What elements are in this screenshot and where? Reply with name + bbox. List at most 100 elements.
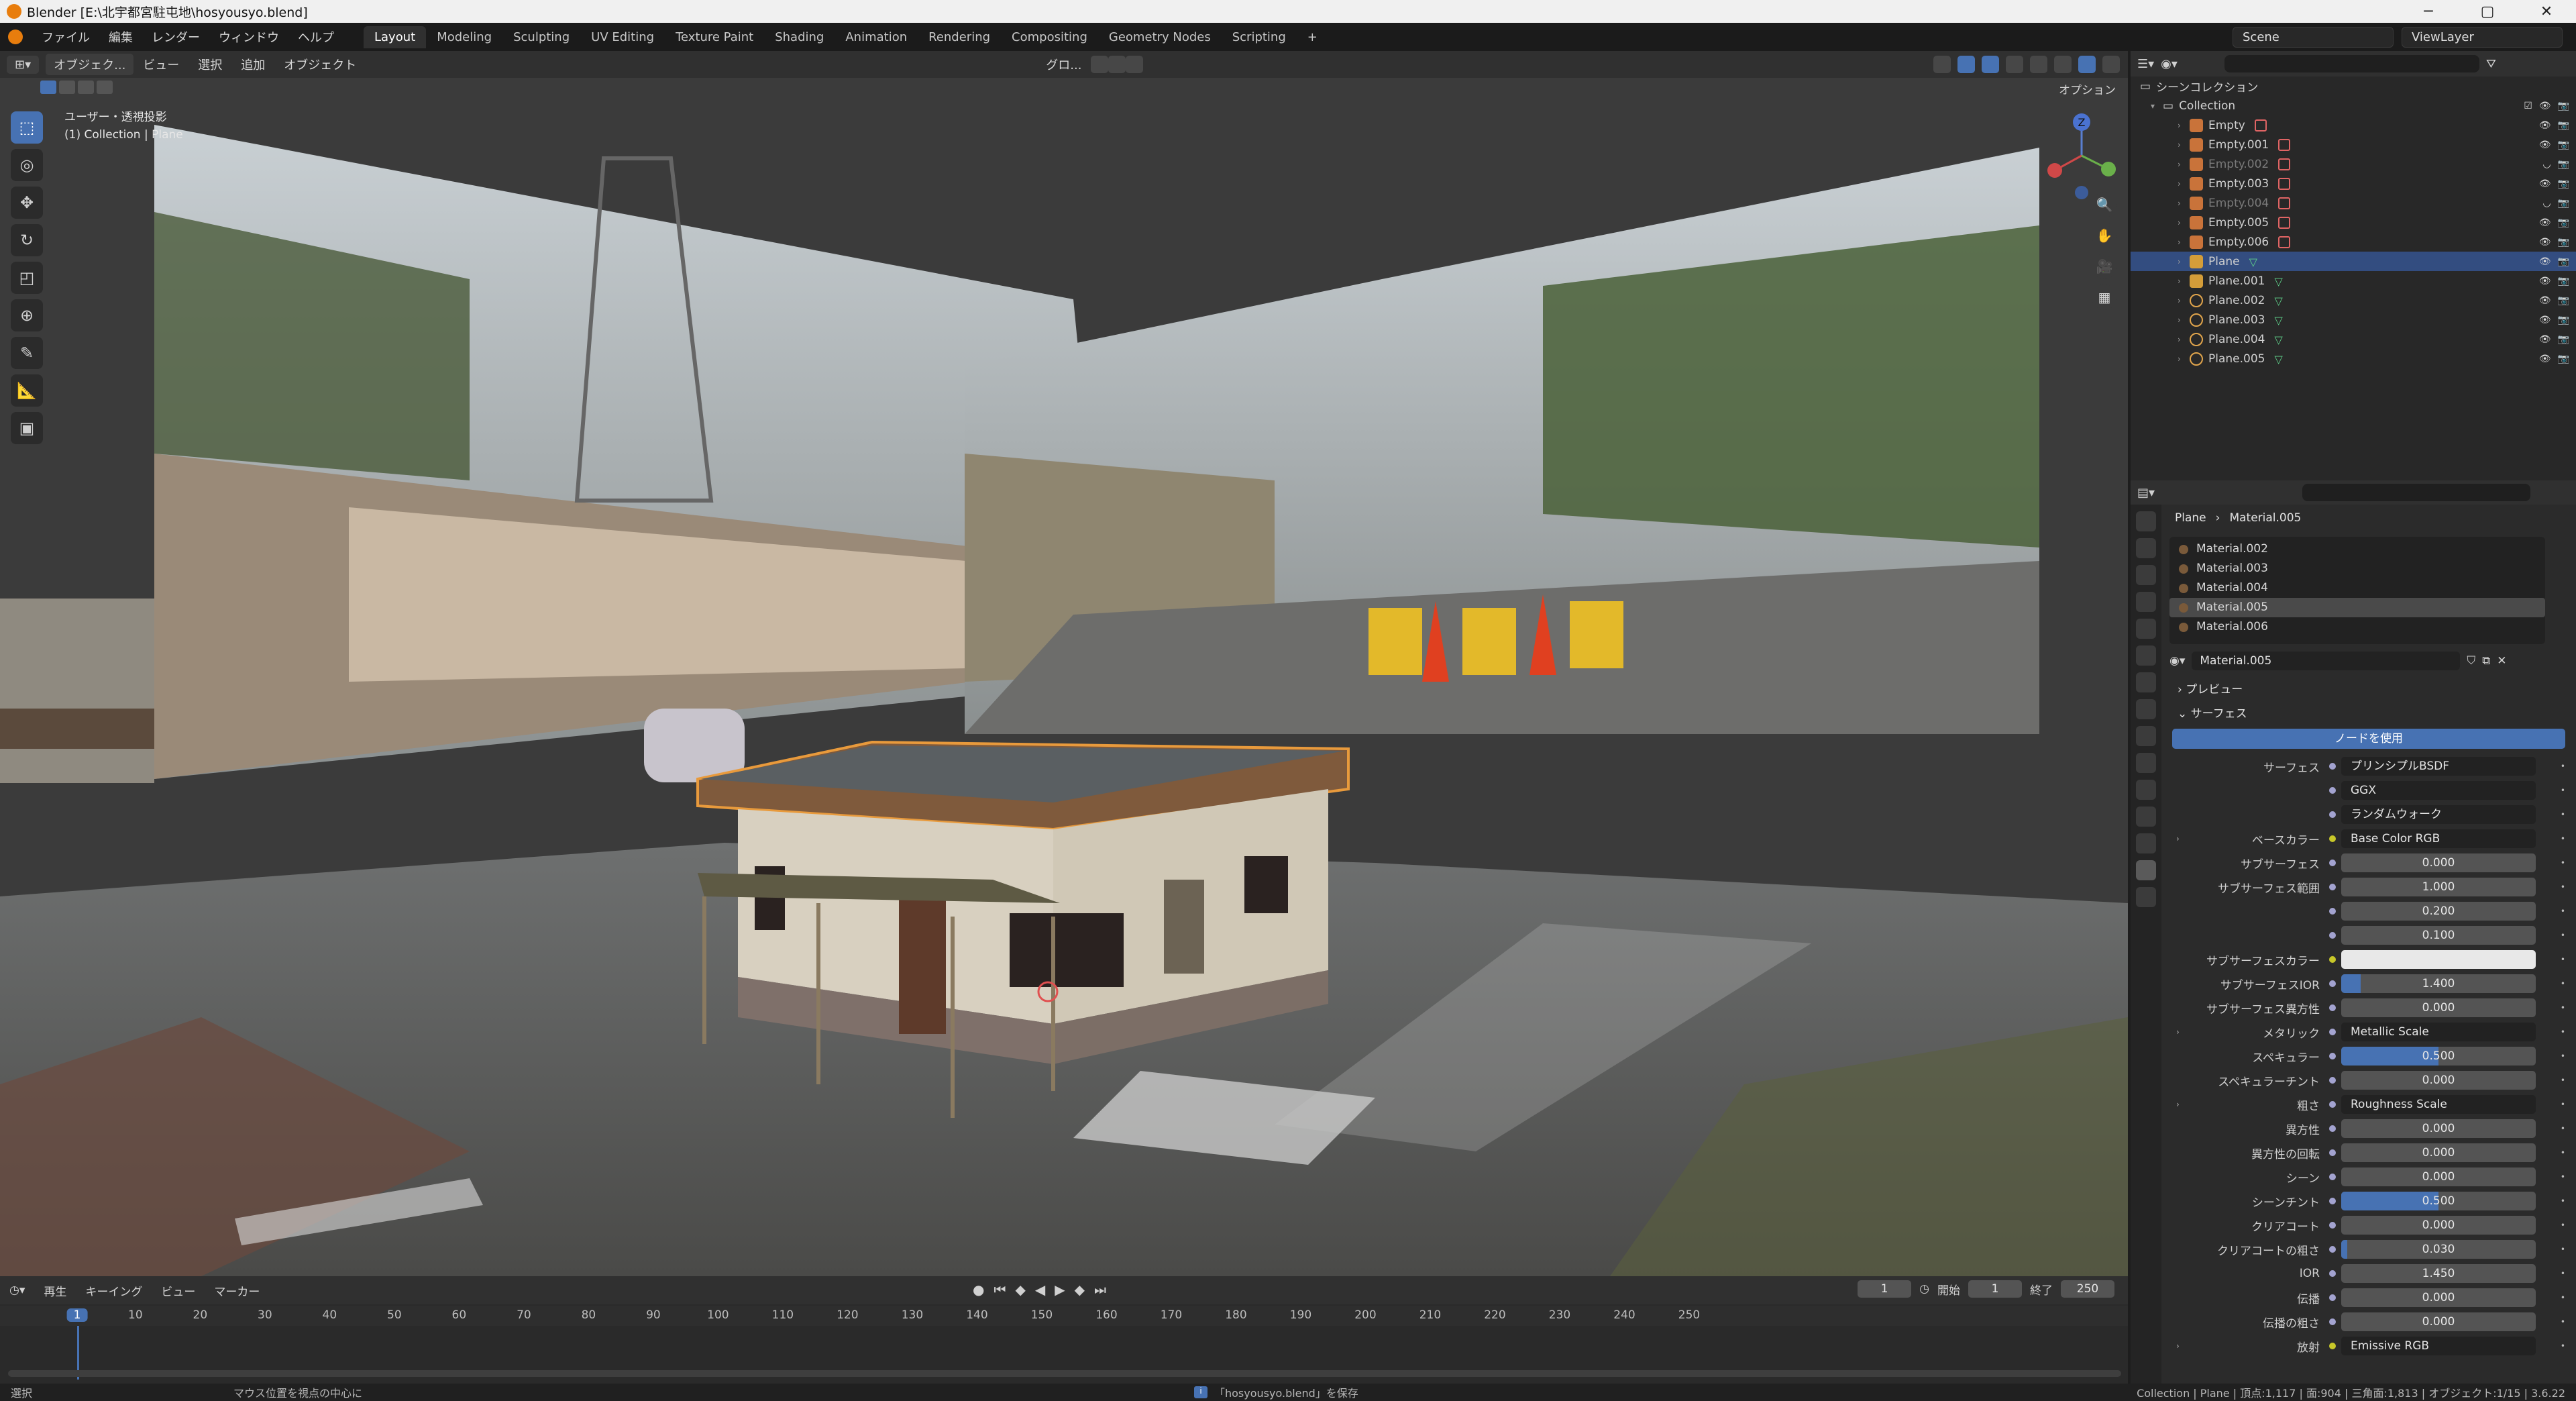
- socket-icon[interactable]: [2329, 835, 2336, 842]
- outliner-search-input[interactable]: [2224, 55, 2479, 72]
- outliner-item[interactable]: › Empty.004 ◡ 📷: [2131, 193, 2576, 213]
- visibility-icon[interactable]: [1933, 56, 1951, 73]
- camera-icon[interactable]: 📷: [2558, 178, 2569, 189]
- expand-arrow-icon[interactable]: ›: [2178, 140, 2190, 150]
- select-invert-icon[interactable]: [97, 81, 113, 94]
- scale-tool-icon[interactable]: ◰: [11, 262, 43, 294]
- timeline-editor-type-icon[interactable]: ◷▾: [0, 1284, 34, 1297]
- camera-icon[interactable]: 📷: [2558, 101, 2569, 111]
- data-tab-icon[interactable]: [2136, 833, 2156, 853]
- property-value-field[interactable]: 1.400: [2341, 974, 2536, 993]
- viewport-menu-view[interactable]: ビュー: [133, 56, 189, 73]
- keyframe-dot-icon[interactable]: •: [2561, 882, 2565, 892]
- property-value-field[interactable]: GGX: [2341, 781, 2536, 800]
- material-tab-icon[interactable]: [2136, 860, 2156, 880]
- eye-icon[interactable]: 👁: [2539, 237, 2551, 248]
- eye-icon[interactable]: 👁: [2539, 178, 2551, 189]
- workspace-tab-layout[interactable]: Layout: [364, 25, 427, 48]
- expand-arrow-icon[interactable]: ›: [2178, 179, 2190, 189]
- eye-icon[interactable]: 👁: [2539, 120, 2551, 131]
- overlay-toggle-icon[interactable]: [1982, 56, 1999, 73]
- expand-arrow-icon[interactable]: ›: [2178, 296, 2190, 305]
- duplicate-material-icon[interactable]: ⧉: [2482, 654, 2490, 668]
- maximize-button[interactable]: ▢: [2458, 3, 2517, 20]
- collection-tab-icon[interactable]: [2136, 672, 2156, 692]
- keyframe-dot-icon[interactable]: •: [2561, 1076, 2565, 1085]
- camera-icon[interactable]: 📷: [2558, 295, 2569, 306]
- property-value-field[interactable]: Roughness Scale: [2341, 1095, 2536, 1114]
- property-value-field[interactable]: [2341, 950, 2536, 969]
- workspace-tab-sculpting[interactable]: Sculpting: [502, 26, 580, 48]
- jump-end-icon[interactable]: ⏭: [1094, 1282, 1106, 1298]
- keyframe-dot-icon[interactable]: •: [2561, 979, 2565, 988]
- keyframe-dot-icon[interactable]: •: [2561, 906, 2565, 916]
- outliner-item[interactable]: › Plane.001 ▽ 👁 📷: [2131, 271, 2576, 291]
- socket-icon[interactable]: [2329, 763, 2336, 770]
- outliner-item[interactable]: › Empty 👁 📷: [2131, 115, 2576, 135]
- start-frame-field[interactable]: 1: [1968, 1280, 2022, 1298]
- pan-hand-icon[interactable]: ✋: [2092, 223, 2117, 248]
- property-value-field[interactable]: 0.000: [2341, 998, 2536, 1017]
- properties-editor[interactable]: ▤▾ Plane › Material.005 Material.002 Mate…: [2131, 480, 2576, 1384]
- keyframe-dot-icon[interactable]: •: [2561, 1293, 2565, 1302]
- 3d-viewport[interactable]: ⊞▾ オブジェク... ビュー 選択 追加 オブジェクト グロ... ⬚ ◎ ✥…: [0, 51, 2128, 1276]
- eye-icon[interactable]: 👁: [2539, 295, 2551, 306]
- property-value-field[interactable]: 1.000: [2341, 878, 2536, 896]
- object-tab-icon[interactable]: [2136, 699, 2156, 719]
- prev-keyframe-icon[interactable]: ◆: [1015, 1282, 1025, 1298]
- outliner-item[interactable]: › Empty.003 👁 📷: [2131, 174, 2576, 193]
- property-value-field[interactable]: 0.500: [2341, 1192, 2536, 1210]
- timeline-menu-keying[interactable]: キーイング: [76, 1282, 152, 1299]
- next-keyframe-icon[interactable]: ◆: [1075, 1282, 1085, 1298]
- camera-icon[interactable]: 📷: [2558, 256, 2569, 267]
- mode-selector[interactable]: オブジェク...: [46, 54, 134, 75]
- particles-tab-icon[interactable]: [2136, 753, 2156, 773]
- keyframe-dot-icon[interactable]: •: [2561, 1317, 2565, 1327]
- property-value-field[interactable]: Base Color RGB: [2341, 829, 2536, 848]
- fake-user-icon[interactable]: ⛉: [2467, 654, 2475, 668]
- image-empty-data-icon[interactable]: [2278, 216, 2291, 229]
- outliner-editor-type-icon[interactable]: ☰▾: [2137, 57, 2154, 71]
- tool-tab-icon[interactable]: [2136, 511, 2156, 531]
- camera-icon[interactable]: 📷: [2558, 140, 2569, 150]
- image-empty-data-icon[interactable]: [2278, 177, 2291, 190]
- keyframe-dot-icon[interactable]: •: [2561, 931, 2565, 940]
- property-value-field[interactable]: 1.450: [2341, 1264, 2536, 1283]
- property-value-field[interactable]: 0.500: [2341, 1047, 2536, 1066]
- expand-arrow-icon[interactable]: ›: [2178, 199, 2190, 208]
- socket-icon[interactable]: [2329, 1004, 2336, 1011]
- expand-arrow-icon[interactable]: ›: [2178, 218, 2190, 227]
- viewport-scene[interactable]: [0, 78, 2128, 1276]
- keyframe-dot-icon[interactable]: •: [2561, 1221, 2565, 1230]
- material-name-field[interactable]: Material.005: [2192, 652, 2461, 670]
- add-cube-tool-icon[interactable]: ▣: [11, 412, 43, 444]
- minimize-button[interactable]: ─: [2399, 3, 2458, 20]
- preview-panel-header[interactable]: › プレビュー: [2165, 678, 2572, 702]
- eye-icon[interactable]: 👁: [2539, 276, 2551, 287]
- outliner-item[interactable]: › Empty.005 👁 📷: [2131, 213, 2576, 232]
- camera-icon[interactable]: 📷: [2558, 217, 2569, 228]
- checkbox-icon[interactable]: ☑: [2524, 101, 2532, 111]
- viewport-menu-select[interactable]: 選択: [189, 56, 231, 73]
- outliner-item[interactable]: › Empty.002 ◡ 📷: [2131, 154, 2576, 174]
- expand-arrow-icon[interactable]: ›: [2178, 354, 2190, 364]
- outliner-item[interactable]: › Empty.001 👁 📷: [2131, 135, 2576, 154]
- record-icon[interactable]: ●: [973, 1282, 984, 1298]
- mesh-data-icon[interactable]: ▽: [2274, 295, 2286, 307]
- menu-help[interactable]: ヘルプ: [288, 28, 343, 46]
- property-value-field[interactable]: 0.000: [2341, 1312, 2536, 1331]
- material-slot-item[interactable]: Material.005: [2169, 598, 2545, 617]
- select-new-icon[interactable]: [40, 81, 56, 94]
- expand-arrow-icon[interactable]: ›: [2178, 121, 2190, 130]
- proportional-edit-icon[interactable]: [1126, 56, 1144, 73]
- property-value-field[interactable]: 0.200: [2341, 902, 2536, 921]
- material-sphere-icon[interactable]: ◉▾: [2169, 654, 2185, 668]
- keyframe-dot-icon[interactable]: •: [2561, 810, 2565, 819]
- render-tab-icon[interactable]: [2136, 538, 2156, 558]
- keyframe-dot-icon[interactable]: •: [2561, 834, 2565, 843]
- gizmo-toggle-icon[interactable]: [1957, 56, 1975, 73]
- keyframe-dot-icon[interactable]: •: [2561, 1172, 2565, 1182]
- socket-icon[interactable]: [2329, 1125, 2336, 1132]
- keyframe-dot-icon[interactable]: •: [2561, 1148, 2565, 1157]
- physics-tab-icon[interactable]: [2136, 780, 2156, 800]
